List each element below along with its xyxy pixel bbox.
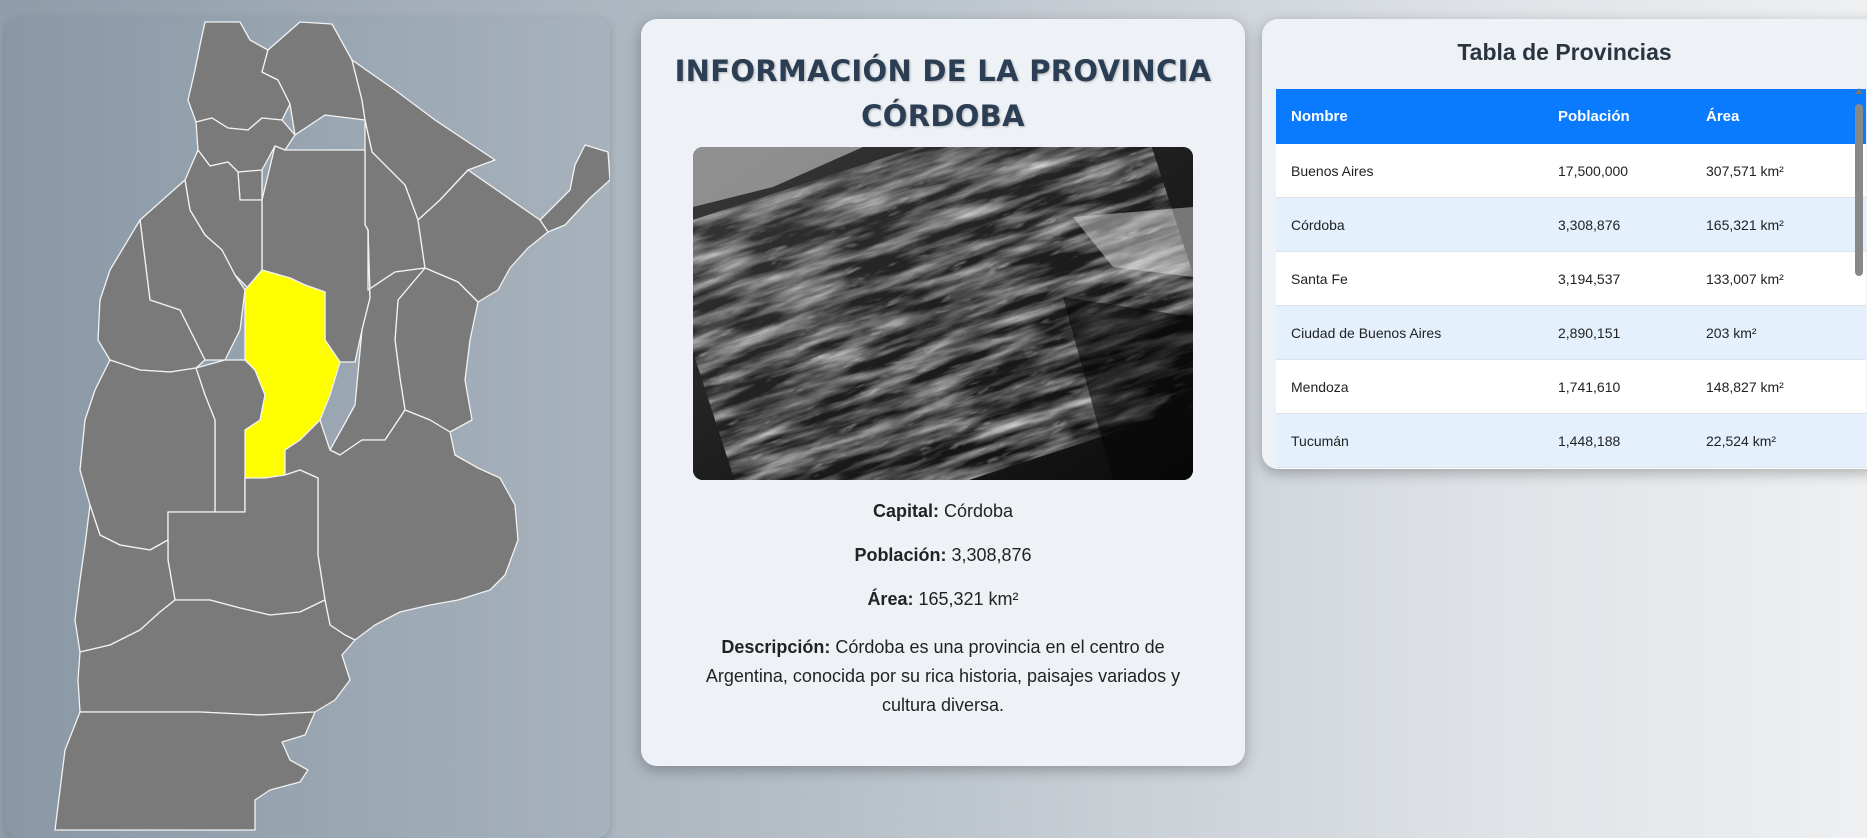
province-entre-rios[interactable] xyxy=(394,267,479,433)
cell-area xyxy=(1691,467,1866,469)
cell-name: Córdoba xyxy=(1276,197,1543,252)
table-scroll-area[interactable]: Nombre Población Área Buenos Aires 17,50… xyxy=(1276,89,1866,469)
cell-name: Buenos Aires xyxy=(1276,144,1543,198)
population-label: Población: xyxy=(854,545,947,565)
capital-value: Córdoba xyxy=(943,501,1014,521)
cell-area: 22,524 km² xyxy=(1691,413,1866,468)
scroll-up-arrow-icon[interactable] xyxy=(1855,88,1863,94)
cell-population: 2,890,151 xyxy=(1543,305,1691,360)
capital-label: Capital: xyxy=(872,501,939,521)
description-line: Descripción: Córdoba es una provincia en… xyxy=(681,633,1205,720)
table-row[interactable]: Tucumán 1,448,188 22,524 km² xyxy=(1276,413,1866,468)
cell-area: 148,827 km² xyxy=(1691,359,1866,414)
province-photo xyxy=(693,147,1193,480)
info-title: INFORMACIÓN DE LA PROVINCIA CÓRDOBA xyxy=(674,54,1212,133)
argentina-map xyxy=(54,21,610,831)
scroll-thumb[interactable] xyxy=(1855,104,1863,276)
river-image xyxy=(693,147,1193,480)
cell-area: 203 km² xyxy=(1691,305,1866,360)
province-chubut[interactable] xyxy=(54,711,316,831)
provinces-table: Nombre Población Área Buenos Aires 17,50… xyxy=(1276,89,1866,469)
cell-name: Ciudad de Buenos Aires xyxy=(1276,305,1543,360)
table-row[interactable]: Ciudad de Buenos Aires 2,890,151 203 km² xyxy=(1276,305,1866,360)
column-header-nombre[interactable]: Nombre xyxy=(1276,89,1543,144)
province-misiones[interactable] xyxy=(539,144,610,233)
table-row[interactable]: Mendoza 1,741,610 148,827 km² xyxy=(1276,359,1866,414)
population-value: 3,308,876 xyxy=(951,545,1032,565)
table-scrollbar[interactable] xyxy=(1852,88,1866,462)
map-panel xyxy=(6,18,610,838)
province-tucuman[interactable] xyxy=(237,169,263,201)
cell-area: 307,571 km² xyxy=(1691,144,1866,198)
description-label: Descripción: xyxy=(721,637,831,657)
cell-population: 3,194,537 xyxy=(1543,251,1691,306)
population-line: Población: 3,308,876 xyxy=(681,545,1205,566)
table-row[interactable]: Buenos Aires 17,500,000 307,571 km² xyxy=(1276,144,1866,198)
table-header-row: Nombre Población Área xyxy=(1276,89,1866,144)
cell-population: 17,500,000 xyxy=(1543,144,1691,198)
cell-name xyxy=(1276,467,1543,469)
table-row[interactable] xyxy=(1276,467,1866,469)
cell-population: 1,448,188 xyxy=(1543,413,1691,468)
cell-area: 133,007 km² xyxy=(1691,251,1866,306)
column-header-area[interactable]: Área xyxy=(1691,89,1866,144)
cell-population: 1,741,610 xyxy=(1543,359,1691,414)
cell-population xyxy=(1543,467,1691,469)
cell-area: 165,321 km² xyxy=(1691,197,1866,252)
table-row[interactable]: Córdoba 3,308,876 165,321 km² xyxy=(1276,197,1866,252)
cell-population: 3,308,876 xyxy=(1543,197,1691,252)
cell-name: Mendoza xyxy=(1276,359,1543,414)
table-row[interactable]: Santa Fe 3,194,537 133,007 km² xyxy=(1276,251,1866,306)
area-label: Área: xyxy=(867,589,914,609)
area-line: Área: 165,321 km² xyxy=(681,589,1205,610)
column-header-poblacion[interactable]: Población xyxy=(1543,89,1691,144)
table-title: Tabla de Provincias xyxy=(1457,39,1672,65)
province-info-card: INFORMACIÓN DE LA PROVINCIA CÓRDOBA Capi… xyxy=(641,19,1245,766)
provinces-table-card: Tabla de Provincias Nombre Población Áre… xyxy=(1262,19,1867,469)
cell-name: Tucumán xyxy=(1276,413,1543,468)
area-value: 165,321 km² xyxy=(918,589,1019,609)
capital-line: Capital: Córdoba xyxy=(681,501,1205,522)
cell-name: Santa Fe xyxy=(1276,251,1543,306)
